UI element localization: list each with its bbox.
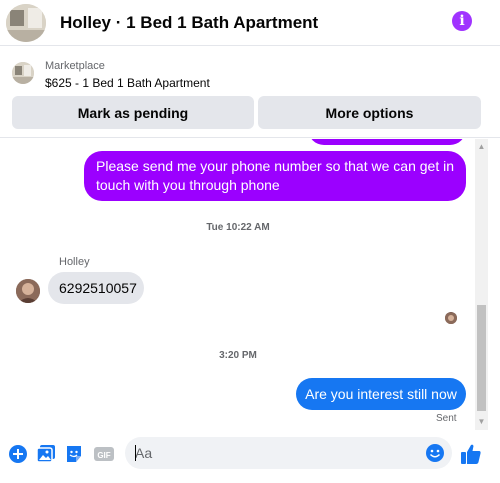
gif-icon[interactable]: GIF [94,444,114,464]
read-receipt-avatar [445,312,457,324]
text-caret [135,445,136,461]
photo-icon[interactable] [36,444,56,464]
message-status: Sent [436,413,457,424]
listing-thumbnail[interactable] [6,4,46,42]
timestamp: 3:20 PM [219,350,257,361]
emoji-icon[interactable] [425,443,445,463]
message-input[interactable] [135,437,415,469]
message-composer: GIF [0,430,500,483]
message-thread[interactable]: Please send me your phone number so that… [0,139,488,430]
more-options-button[interactable]: More options [258,96,481,129]
listing-small-thumbnail[interactable] [12,62,34,84]
avatar[interactable] [16,279,40,303]
gif-label: GIF [97,451,110,460]
message-bubble-outgoing[interactable]: Please send me your phone number so that… [84,151,466,201]
marketplace-listing-card: Marketplace $625 - 1 Bed 1 Bath Apartmen… [0,52,500,138]
timestamp: Tue 10:22 AM [206,222,270,233]
conversation-title[interactable]: Holley · 1 Bed 1 Bath Apartment [60,13,318,33]
mark-as-pending-button[interactable]: Mark as pending [12,96,254,129]
thread-scrollbar[interactable]: ▲ ▼ [475,139,488,430]
sticker-icon[interactable] [64,444,84,464]
conversation-header: Holley · 1 Bed 1 Bath Apartment i [0,0,500,46]
scroll-down-arrow-icon[interactable]: ▼ [475,417,488,427]
message-bubble-outgoing-partial[interactable] [308,139,466,145]
listing-name[interactable]: $625 - 1 Bed 1 Bath Apartment [45,76,210,90]
listing-kind-label: Marketplace [45,60,105,72]
sender-name: Holley [59,256,90,268]
message-bubble-outgoing[interactable]: Are you interest still now [296,378,466,410]
message-bubble-incoming[interactable]: 6292510057 [48,272,144,304]
message-input-wrapper[interactable] [125,437,452,469]
scrollbar-thumb[interactable] [477,305,486,411]
plus-icon[interactable] [8,444,28,464]
scroll-up-arrow-icon[interactable]: ▲ [475,142,488,152]
thumbs-up-icon[interactable] [460,443,482,465]
info-icon[interactable]: i [452,11,472,31]
